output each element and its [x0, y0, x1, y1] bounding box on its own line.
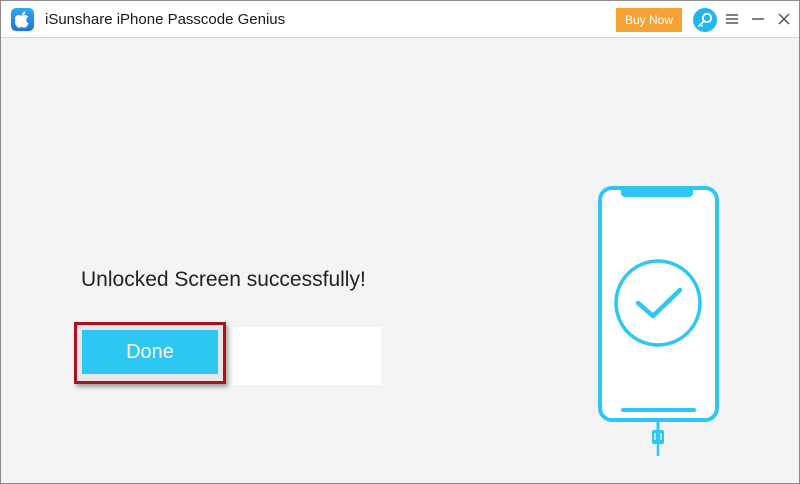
- hamburger-menu-icon[interactable]: [725, 12, 739, 26]
- button-backdrop: [233, 327, 381, 385]
- close-icon[interactable]: [777, 12, 791, 26]
- phone-illustration: [591, 178, 731, 463]
- minimize-icon[interactable]: [751, 12, 765, 26]
- status-message: Unlocked Screen successfully!: [81, 268, 366, 291]
- app-title: iSunshare iPhone Passcode Genius: [45, 11, 286, 28]
- apple-logo-icon: [11, 8, 34, 31]
- done-button[interactable]: Done: [82, 330, 218, 374]
- main-content: Unlocked Screen successfully! Done: [1, 38, 799, 483]
- buy-now-button[interactable]: Buy Now: [616, 8, 682, 32]
- usb-cable-icon: [652, 422, 664, 456]
- app-window: iSunshare iPhone Passcode Genius Buy Now: [0, 0, 800, 484]
- title-bar: iSunshare iPhone Passcode Genius Buy Now: [1, 1, 799, 38]
- key-search-icon[interactable]: [693, 8, 717, 32]
